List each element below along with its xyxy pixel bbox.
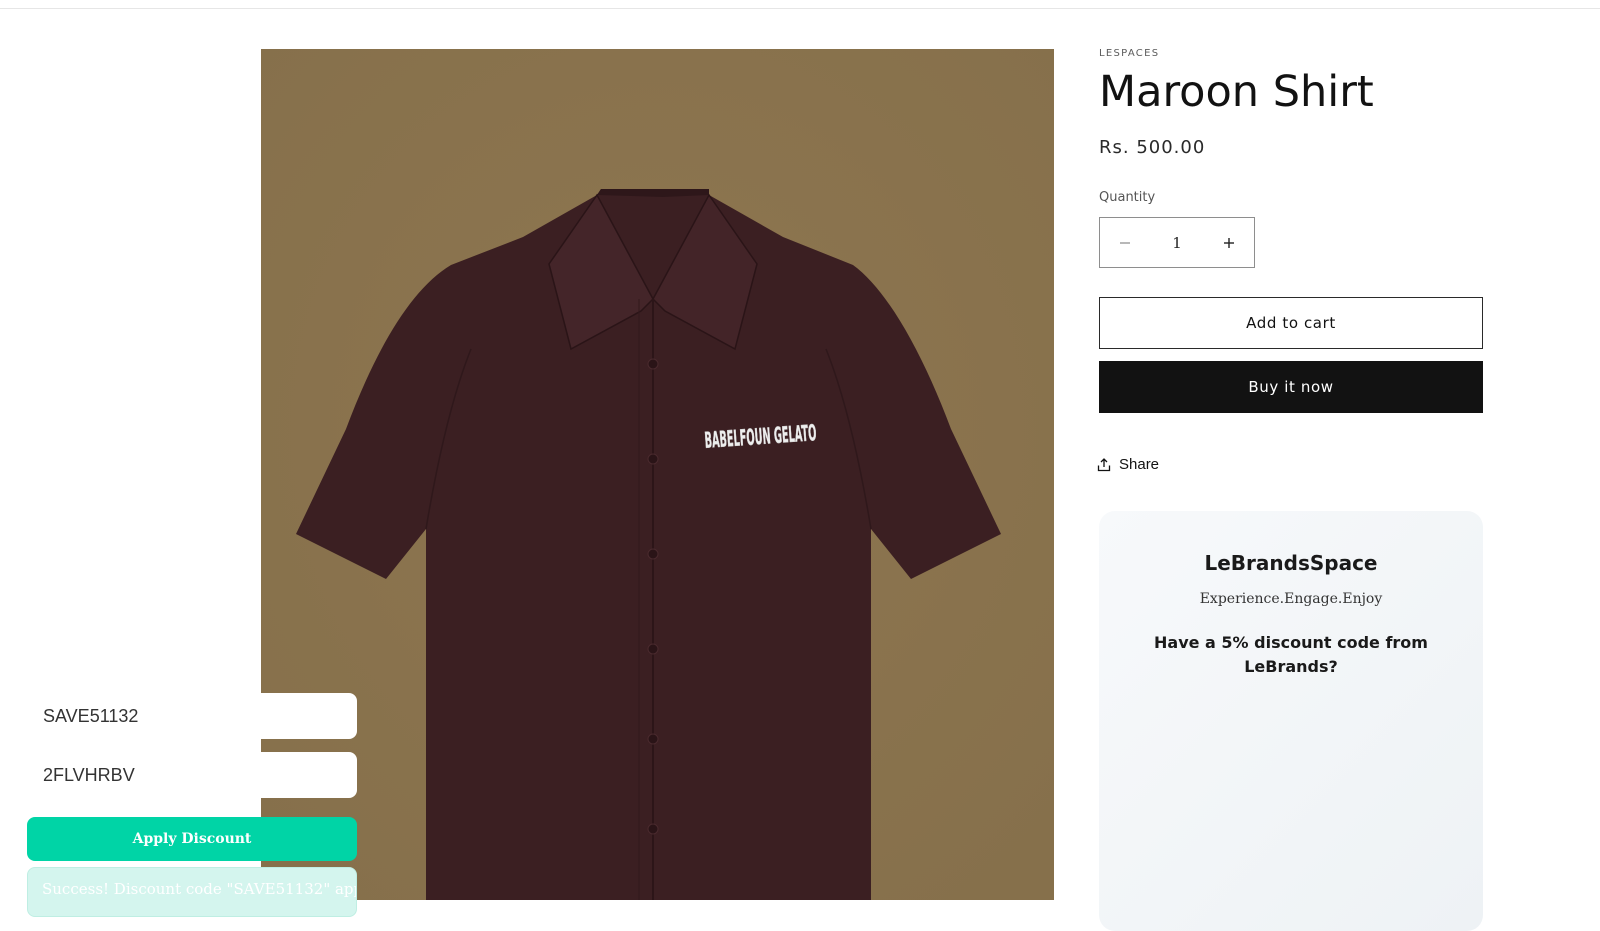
minus-icon	[1120, 241, 1130, 244]
add-to-cart-button[interactable]: Add to cart	[1099, 297, 1483, 349]
discount-success-message: Success! Discount code "SAVE51132" appli…	[27, 867, 357, 917]
discount-widget-question: Have a 5% discount code from LeBrands?	[1154, 633, 1428, 676]
apply-discount-button[interactable]: Apply Discount	[27, 817, 357, 861]
product-image[interactable]: BABELFOUN GELATO	[261, 49, 1054, 900]
discount-widget-tagline: Experience.Engage.Enjoy	[1199, 591, 1383, 607]
discount-code-input[interactable]	[27, 693, 357, 739]
product-vendor: LESPACES	[1099, 48, 1160, 59]
buy-now-button[interactable]: Buy it now	[1099, 361, 1483, 413]
share-label: Share	[1119, 456, 1160, 473]
discount-widget: LeBrandsSpace Experience.Engage.Enjoy Ha…	[1099, 511, 1483, 931]
plus-icon	[1224, 237, 1234, 248]
share-button[interactable]: Share	[1097, 456, 1159, 473]
discount-secondary-input[interactable]	[27, 752, 357, 798]
product-title: Maroon Shirt	[1099, 67, 1374, 117]
maroon-shirt-illustration: BABELFOUN GELATO	[261, 49, 1054, 900]
share-upload-icon	[1097, 457, 1111, 471]
quantity-label: Quantity	[1099, 190, 1156, 205]
quantity-decrease-button[interactable]	[1100, 218, 1150, 267]
header-divider	[0, 0, 1600, 9]
product-price: Rs. 500.00	[1099, 137, 1206, 158]
quantity-input[interactable]: 1	[1150, 234, 1204, 252]
quantity-increase-button[interactable]	[1204, 218, 1254, 267]
quantity-stepper: 1	[1099, 217, 1255, 268]
discount-widget-brand: LeBrandsSpace	[1204, 551, 1378, 575]
